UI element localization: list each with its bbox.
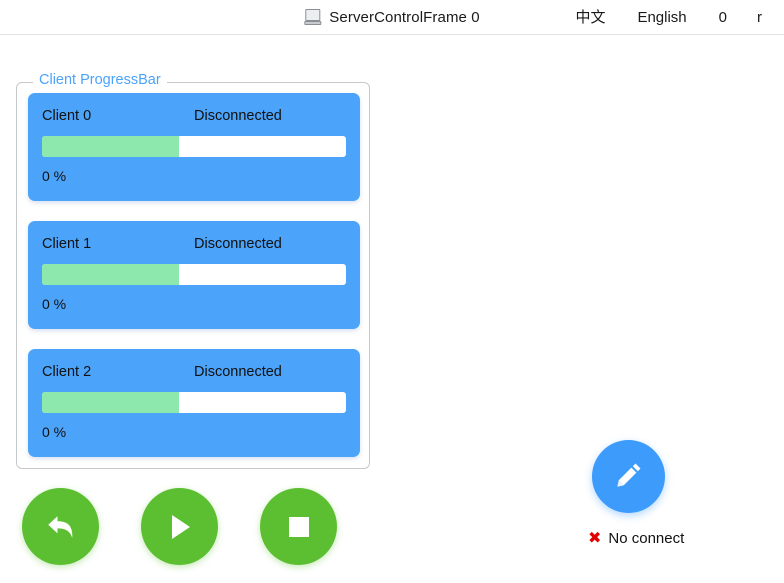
client-list: Client 0 Disconnected 0 % Client 1 Disco… <box>28 93 360 458</box>
computer-icon <box>304 8 322 26</box>
stop-button[interactable] <box>260 488 337 565</box>
client-progress-bar <box>42 392 346 413</box>
header-actions: 中文 English 0 r <box>555 0 784 35</box>
play-icon <box>165 511 195 543</box>
client-card[interactable]: Client 2 Disconnected 0 % <box>28 349 360 457</box>
undo-button[interactable] <box>22 488 99 565</box>
window-title-group: ServerControlFrame 0 <box>304 8 480 26</box>
client-progressbar-group: Client ProgressBar Client 0 Disconnected… <box>16 72 370 469</box>
client-progress-label: 0 % <box>42 424 67 440</box>
edit-button[interactable] <box>592 440 665 513</box>
stop-icon <box>284 512 314 542</box>
pencil-icon <box>613 459 645 494</box>
window-title: ServerControlFrame 0 <box>329 8 480 26</box>
connection-status-label: No connect <box>608 530 685 547</box>
play-button[interactable] <box>141 488 218 565</box>
client-progress-label: 0 % <box>42 168 67 184</box>
client-progress-fill <box>42 392 179 413</box>
reply-arrow-icon <box>44 512 78 542</box>
header-counter: 0 <box>718 9 727 26</box>
language-chinese-button[interactable]: 中文 <box>555 0 623 35</box>
group-title: Client ProgressBar <box>33 72 167 88</box>
client-name: Client 1 <box>42 236 92 252</box>
client-name: Client 0 <box>42 108 92 124</box>
language-english-button[interactable]: English <box>623 0 704 35</box>
client-card[interactable]: Client 1 Disconnected 0 % <box>28 221 360 329</box>
client-header-row: Client 1 Disconnected <box>42 233 346 255</box>
client-header-row: Client 0 Disconnected <box>42 105 346 127</box>
client-status: Disconnected <box>194 236 282 252</box>
action-button-bar <box>22 488 337 565</box>
client-progress-fill <box>42 264 179 285</box>
client-progress-label: 0 % <box>42 296 67 312</box>
client-name: Client 2 <box>42 364 92 380</box>
client-header-row: Client 2 Disconnected <box>42 361 346 383</box>
header-trailing-label: r <box>757 9 762 26</box>
client-card[interactable]: Client 0 Disconnected 0 % <box>28 93 360 201</box>
client-status: Disconnected <box>194 364 282 380</box>
error-cross-icon: ✖ <box>588 529 602 547</box>
client-progress-bar <box>42 264 346 285</box>
client-progress-bar <box>42 136 346 157</box>
connection-status: ✖ No connect <box>588 530 684 547</box>
title-bar: ServerControlFrame 0 中文 English 0 r <box>0 0 784 35</box>
client-status: Disconnected <box>194 108 282 124</box>
edit-and-status-area: ✖ No connect <box>588 440 748 547</box>
client-progress-fill <box>42 136 179 157</box>
